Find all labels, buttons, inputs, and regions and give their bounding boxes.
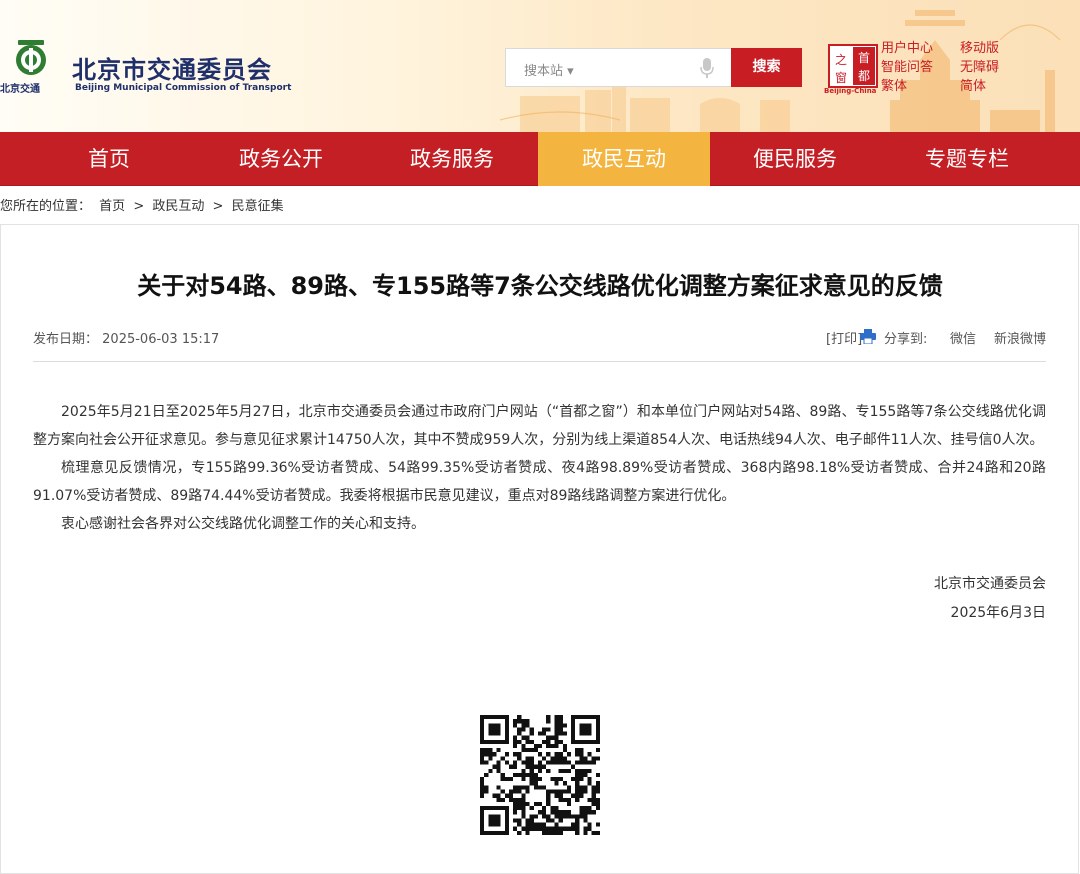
nav-item-convenience[interactable]: 便民服务	[709, 132, 881, 186]
share-label: 分享到:	[884, 332, 928, 347]
breadcrumb-prefix: 您所在的位置：	[0, 199, 92, 214]
share-wechat-link[interactable]: 微信	[950, 328, 976, 347]
simplified-chinese-link[interactable]: 简体	[960, 78, 986, 96]
breadcrumb: 您所在的位置： 首页 > 政民互动 > 民意征集	[0, 195, 288, 214]
article-title: 关于对54路、89路、专155路等7条公交线路优化调整方案征求意见的反馈	[137, 272, 943, 300]
article-paragraph: 2025年5月21日至2025年5月27日，北京市交通委员会通过市政府门户网站（…	[33, 404, 1046, 448]
site-name[interactable]: 北京市交通委员会	[72, 50, 272, 85]
breadcrumb-separator: >	[212, 199, 224, 214]
printer-icon[interactable]	[860, 329, 876, 344]
nav-item-gov-services[interactable]: 政务服务	[366, 132, 538, 186]
nav-item-gov-affairs-open[interactable]: 政务公开	[195, 132, 367, 186]
signature-date: 2025年6月3日	[950, 605, 1046, 621]
logo-mini-text: 北京交通	[0, 84, 40, 95]
microphone-icon[interactable]	[700, 58, 714, 78]
print-link[interactable]: [打印]	[826, 328, 862, 347]
capital-window-caption: Beijing-China	[824, 87, 877, 95]
breadcrumb-home[interactable]: 首页	[99, 199, 125, 214]
user-center-link[interactable]: 用户中心	[881, 40, 933, 58]
meta-divider	[33, 361, 1046, 362]
smart-qa-link[interactable]: 智能问答	[881, 59, 933, 77]
share-weibo-link[interactable]: 新浪微博	[994, 328, 1046, 347]
traditional-chinese-link[interactable]: 繁体	[881, 78, 907, 96]
logo-char-3: 窗	[835, 71, 847, 85]
signature-org: 北京市交通委员会	[934, 576, 1046, 592]
qr-code-icon	[480, 715, 600, 835]
publish-date-label: 发布日期：	[33, 332, 99, 347]
nav-item-home[interactable]: 首页	[23, 132, 195, 186]
accessibility-link[interactable]: 无障碍	[960, 59, 999, 77]
logo-char-1: 之	[835, 53, 847, 67]
breadcrumb-separator: >	[133, 199, 145, 214]
breadcrumb-opinion-collection[interactable]: 民意征集	[232, 199, 284, 214]
main-nav: 首页 政务公开 政务服务 政民互动 便民服务 专题专栏	[0, 132, 1080, 186]
site-header: 北京交通 北京市交通委员会 Beijing Municipal Commissi…	[0, 0, 1080, 132]
publish-date: 发布日期： 2025-06-03 15:17	[33, 328, 219, 347]
search-scope-select[interactable]: 搜本站 ▾	[524, 60, 574, 79]
breadcrumb-interaction[interactable]: 政民互动	[152, 199, 204, 214]
site-name-en: Beijing Municipal Commission of Transpor…	[75, 83, 292, 93]
mobile-version-link[interactable]: 移动版	[960, 40, 999, 58]
search-input[interactable]: 搜本站 ▾	[505, 48, 731, 87]
article-paragraph: 梳理意见反馈情况，专155路99.36%受访者赞成、54路99.35%受访者赞成…	[33, 460, 1046, 504]
logo-char-4: 都	[858, 69, 870, 83]
search-button[interactable]: 搜索	[731, 48, 802, 87]
logo-char-2: 首	[858, 51, 870, 65]
publish-date-value: 2025-06-03 15:17	[102, 332, 220, 347]
article-paragraph: 衷心感谢社会各界对公交线路优化调整工作的关心和支持。	[61, 516, 425, 532]
nav-item-interaction[interactable]: 政民互动	[538, 132, 710, 186]
article-body: 2025年5月21日至2025年5月27日，北京市交通委员会通过市政府门户网站（…	[33, 398, 1046, 538]
nav-item-special-topics[interactable]: 专题专栏	[881, 132, 1053, 186]
